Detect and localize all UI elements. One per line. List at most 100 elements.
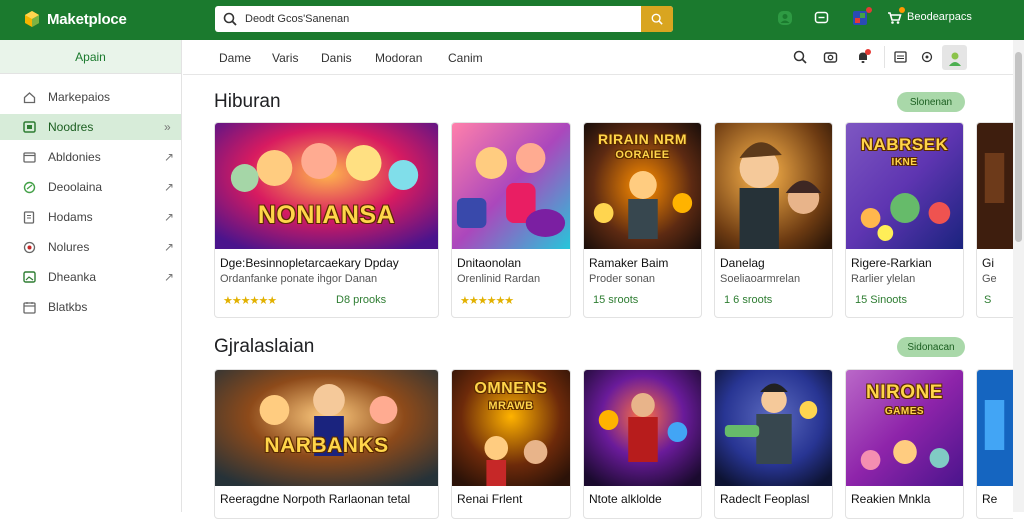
sidebar-header[interactable]: Apain bbox=[0, 40, 181, 74]
game-thumbnail bbox=[715, 370, 832, 486]
game-card[interactable]: Gi Ge S bbox=[976, 122, 1013, 318]
rating-stars: ★★★★★★ bbox=[460, 295, 514, 307]
calendar-icon bbox=[22, 300, 36, 314]
game-card[interactable]: Danelag Soeliaoarmrelan 1 6 sroots bbox=[714, 122, 833, 318]
game-title: Renai Frlent bbox=[457, 492, 523, 506]
game-card[interactable]: Dnitaonolan Orenlinid Rardan ★★★★★★ bbox=[451, 122, 571, 318]
image-icon bbox=[22, 270, 36, 284]
see-all-button[interactable]: Sidonacan bbox=[897, 337, 965, 357]
game-card[interactable]: NIRONE GAMES Reakien Mnkla bbox=[845, 369, 964, 519]
game-publisher: Ge bbox=[982, 273, 997, 285]
game-publisher: Proder sonan bbox=[589, 273, 656, 285]
chevron-right-icon: ↗ bbox=[164, 270, 175, 284]
game-publisher: Ordanfanke ponate ihgor Danan bbox=[220, 273, 378, 285]
avatar[interactable] bbox=[942, 45, 967, 70]
game-thumbnail: NABRSEK IKNE bbox=[846, 123, 963, 249]
game-price: 15 sroots bbox=[593, 294, 639, 306]
tab-dame[interactable]: Dame bbox=[219, 51, 251, 65]
sidebar-item-nolures[interactable]: Nolures ↗ bbox=[0, 234, 181, 260]
top-bar: Maketploce Beodearpacs bbox=[0, 0, 1024, 40]
sidebar-item-markepaios[interactable]: Markepaios bbox=[0, 84, 181, 110]
game-publisher: Orenlinid Rardan bbox=[457, 273, 541, 285]
notification-dot bbox=[865, 49, 871, 55]
apps-icon[interactable] bbox=[851, 7, 872, 27]
game-art-subtitle: OORAIEE bbox=[615, 149, 670, 161]
scrollbar[interactable] bbox=[1013, 40, 1024, 512]
game-art-subtitle: IKNE bbox=[891, 157, 918, 168]
game-card[interactable]: Radeclt Feoplasl bbox=[714, 369, 833, 519]
game-art-subtitle: GAMES bbox=[884, 406, 925, 417]
search-icon[interactable] bbox=[792, 49, 808, 65]
game-card[interactable]: NARBANKS Reeragdne Norpoth Rarlaonan tet… bbox=[214, 369, 439, 519]
game-price: S bbox=[984, 294, 992, 306]
search-input[interactable] bbox=[245, 7, 630, 31]
cart-icon bbox=[886, 7, 905, 25]
game-thumbnail bbox=[452, 123, 570, 249]
scrollbar-thumb[interactable] bbox=[1015, 52, 1022, 242]
game-publisher: Soeliaoarmrelan bbox=[720, 273, 801, 285]
game-thumbnail: RIRAIN NRM OORAIEE bbox=[584, 123, 701, 249]
camera-icon[interactable] bbox=[822, 49, 838, 65]
game-art-title: NABRSEK bbox=[860, 135, 949, 154]
game-art-subtitle: MRAWB bbox=[488, 400, 534, 412]
tab-danis[interactable]: Danis bbox=[321, 51, 352, 65]
sidebar-item-hodams[interactable]: Hodams ↗ bbox=[0, 204, 181, 230]
game-publisher: Rarlier ylelan bbox=[851, 273, 916, 285]
account-icon[interactable] bbox=[776, 9, 794, 27]
document-icon bbox=[22, 210, 36, 224]
game-art-title: NONIANSA bbox=[257, 201, 396, 229]
sidebar-item-label: Nolures bbox=[48, 240, 90, 254]
sidebar-item-label: Dheanka bbox=[48, 270, 97, 284]
search-icon bbox=[215, 6, 245, 32]
user-menu[interactable]: Beodearpacs bbox=[886, 7, 972, 25]
sidebar-item-label: Deoolaina bbox=[48, 180, 103, 194]
sidebar: Apain Markepaios Noodres » Abldonies ↗ D… bbox=[0, 40, 182, 512]
game-thumbnail: NARBANKS bbox=[215, 370, 438, 486]
game-title: Ramaker Baim bbox=[589, 256, 669, 270]
chevron-right-icon: » bbox=[164, 120, 171, 134]
sidebar-item-label: Hodams bbox=[48, 210, 93, 224]
message-icon[interactable] bbox=[812, 9, 830, 27]
game-card[interactable]: Re bbox=[976, 369, 1013, 519]
list-icon[interactable] bbox=[892, 49, 908, 65]
game-price: 1 6 sroots bbox=[724, 294, 773, 306]
game-title: Rigere-Rarkian bbox=[851, 256, 932, 270]
game-card[interactable]: RIRAIN NRM OORAIEE Ramaker Baim Proder s… bbox=[583, 122, 702, 318]
game-card[interactable]: OMNENS MRAWB Renai Frlent bbox=[451, 369, 571, 519]
game-title: Gi bbox=[982, 256, 994, 270]
logo[interactable]: Maketploce bbox=[22, 9, 127, 29]
game-thumbnail bbox=[977, 370, 1013, 486]
folder-icon bbox=[22, 150, 36, 164]
game-card[interactable]: Ntote alklolde bbox=[583, 369, 702, 519]
game-thumbnail bbox=[977, 123, 1013, 249]
home-icon bbox=[22, 90, 36, 104]
settings-icon[interactable] bbox=[919, 49, 935, 65]
search-bar bbox=[215, 6, 673, 32]
tab-modoran[interactable]: Modoran bbox=[375, 51, 422, 65]
game-title: Reakien Mnkla bbox=[851, 492, 931, 506]
game-card[interactable]: NABRSEK IKNE Rigere-Rarkian Rarlier ylel… bbox=[845, 122, 964, 318]
sidebar-item-noodres[interactable]: Noodres » bbox=[0, 114, 181, 140]
game-thumbnail bbox=[584, 370, 701, 486]
sidebar-item-label: Blatkbs bbox=[48, 300, 88, 314]
chevron-right-icon: ↗ bbox=[164, 240, 175, 254]
bell-icon[interactable] bbox=[855, 49, 871, 65]
tab-canim[interactable]: Canim bbox=[448, 51, 483, 65]
game-art-title: NIRONE bbox=[866, 382, 943, 403]
sidebar-item-abldonies[interactable]: Abldonies ↗ bbox=[0, 144, 181, 170]
game-thumbnail bbox=[715, 123, 832, 249]
game-title: Radeclt Feoplasl bbox=[720, 492, 810, 506]
game-thumbnail: OMNENS MRAWB bbox=[452, 370, 570, 486]
sidebar-item-dheanka[interactable]: Dheanka ↗ bbox=[0, 264, 181, 290]
cart-badge bbox=[899, 7, 905, 13]
sidebar-item-deoolaina[interactable]: Deoolaina ↗ bbox=[0, 174, 181, 200]
sidebar-item-blatkbs[interactable]: Blatkbs bbox=[0, 294, 181, 320]
see-all-button[interactable]: Slonenan bbox=[897, 92, 965, 112]
game-title: Danelag bbox=[720, 256, 765, 270]
game-thumbnail: NIRONE GAMES bbox=[846, 370, 963, 486]
search-button[interactable] bbox=[641, 6, 673, 32]
game-card[interactable]: NONIANSA Dge:Besinnopletarcaekary Dpday … bbox=[214, 122, 439, 318]
chevron-right-icon: ↗ bbox=[164, 180, 175, 194]
tab-varis[interactable]: Varis bbox=[272, 51, 298, 65]
game-thumbnail: NONIANSA bbox=[215, 123, 438, 249]
